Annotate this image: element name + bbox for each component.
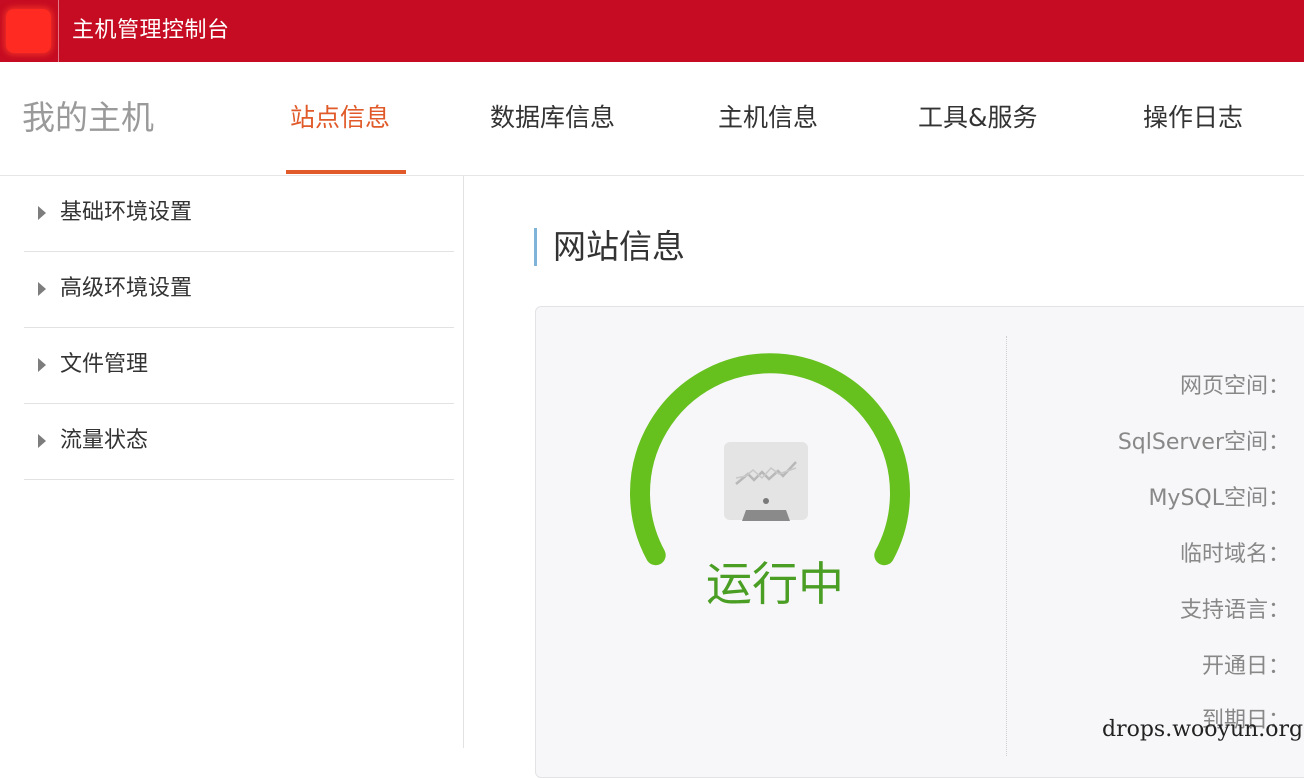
- console-title: 主机管理控制台: [72, 18, 230, 43]
- active-tab-indicator: [286, 170, 406, 174]
- tab-site-info[interactable]: 站点信息: [290, 100, 390, 136]
- header-divider: [58, 0, 59, 62]
- nav-brand-my-host[interactable]: 我的主机: [22, 98, 154, 138]
- watermark-text: drops.wooyun.org: [1102, 717, 1304, 742]
- logo-icon[interactable]: [6, 9, 51, 53]
- sidebar-item-label: 文件管理: [60, 352, 149, 377]
- info-label-temp-domain: 临时域名：: [1179, 542, 1290, 567]
- section-title: 网站信息: [553, 227, 685, 266]
- caret-right-icon: [38, 358, 46, 372]
- sidebar-item-label: 高级环境设置: [60, 276, 193, 301]
- sidebar-item-file-management[interactable]: 文件管理: [24, 328, 454, 404]
- monitor-chart-icon: [724, 442, 808, 521]
- info-label-web-space: 网页空间：: [1179, 374, 1290, 399]
- sidebar-item-advanced-env[interactable]: 高级环境设置: [24, 252, 454, 328]
- info-label-open-date: 开通日：: [1201, 654, 1290, 679]
- caret-right-icon: [38, 434, 46, 448]
- tab-host-info[interactable]: 主机信息: [718, 100, 818, 136]
- tab-database-info[interactable]: 数据库信息: [490, 100, 615, 136]
- caret-right-icon: [38, 282, 46, 296]
- caret-right-icon: [38, 206, 46, 220]
- tab-operation-log[interactable]: 操作日志: [1143, 100, 1243, 136]
- sidebar-item-label: 流量状态: [60, 428, 149, 453]
- tab-tools-services[interactable]: 工具&服务: [918, 100, 1038, 136]
- info-label-mysql-space: MySQL空间：: [1148, 486, 1290, 511]
- top-header-bar: 主机管理控制台: [0, 0, 1304, 62]
- info-label-sqlserver-space: SqlServer空间：: [1117, 430, 1290, 455]
- sidebar-item-traffic-status[interactable]: 流量状态: [24, 404, 454, 480]
- section-accent-bar: [534, 228, 537, 266]
- main-nav: 我的主机 站点信息 数据库信息 主机信息 工具&服务 操作日志: [0, 62, 1304, 176]
- status-running-text: 运行中: [706, 557, 844, 611]
- info-label-languages: 支持语言：: [1179, 598, 1290, 623]
- sidebar-item-label: 基础环境设置: [60, 200, 193, 225]
- card-divider: [1006, 336, 1007, 756]
- sidebar: 基础环境设置 高级环境设置 文件管理 流量状态: [0, 176, 464, 748]
- sidebar-item-basic-env[interactable]: 基础环境设置: [24, 176, 454, 252]
